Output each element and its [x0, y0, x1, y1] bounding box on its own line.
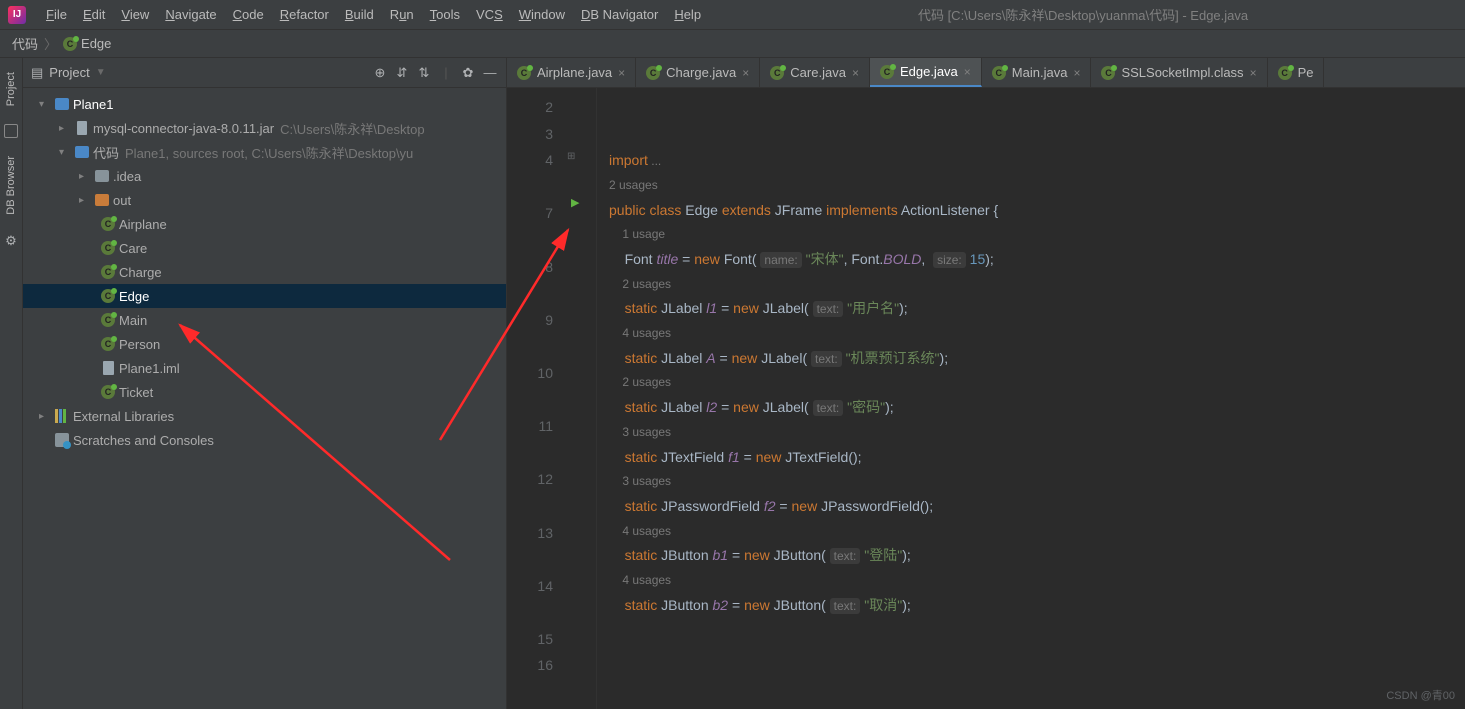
menu-run[interactable]: Run	[382, 7, 422, 22]
menu-navigate[interactable]: Navigate	[157, 7, 224, 22]
project-panel-title[interactable]: Project	[49, 65, 89, 80]
tree-src[interactable]: ▾代码Plane1, sources root, C:\Users\陈永祥\De…	[23, 140, 506, 164]
tree-class-charge[interactable]: Charge	[23, 260, 506, 284]
select-opened-file-icon[interactable]: ⊕	[372, 65, 388, 81]
hide-icon[interactable]: —	[482, 65, 498, 81]
class-icon	[880, 65, 894, 79]
menu-tools[interactable]: Tools	[422, 7, 468, 22]
rail-project[interactable]: Project	[5, 66, 17, 112]
project-view-icon: ▤	[31, 65, 43, 81]
tab-charge[interactable]: Charge.java×	[636, 58, 760, 87]
tree-external-libs[interactable]: ▸External Libraries	[23, 404, 506, 428]
line-numbers: 234 7 8 9 10 11 12 13 14 1516	[507, 88, 561, 709]
close-icon[interactable]: ×	[618, 66, 625, 80]
settings-icon[interactable]: ✿	[460, 65, 476, 81]
gutter-icons: ⊞ ▶	[561, 88, 597, 709]
menu-file[interactable]: File	[38, 7, 75, 22]
expand-all-icon[interactable]: ⇵	[394, 65, 410, 81]
rail-icon[interactable]	[4, 124, 18, 138]
breadcrumb-separator-icon: 〉	[44, 34, 57, 53]
tab-edge[interactable]: Edge.java×	[870, 58, 982, 87]
menu-bar: IJ File Edit View Navigate Code Refactor…	[0, 0, 1465, 30]
menu-edit[interactable]: Edit	[75, 7, 113, 22]
project-panel: ▤ Project ▼ ⊕ ⇵ ⇅ | ✿ — ▾Plane1 ▸mysql-c…	[23, 58, 507, 709]
run-gutter-icon[interactable]: ▶	[561, 193, 596, 214]
app-logo-icon: IJ	[8, 6, 26, 24]
tab-sslsocketimpl[interactable]: SSLSocketImpl.class×	[1091, 58, 1267, 87]
menu-code[interactable]: Code	[225, 7, 272, 22]
menu-vcs[interactable]: VCS	[468, 7, 511, 22]
left-tool-rail: Project DB Browser ⚙	[0, 58, 23, 709]
watermark: CSDN @青00	[1386, 687, 1455, 703]
editor-tabs: Airplane.java× Charge.java× Care.java× E…	[507, 58, 1465, 88]
dropdown-icon[interactable]: ▼	[96, 67, 106, 78]
project-panel-header: ▤ Project ▼ ⊕ ⇵ ⇅ | ✿ —	[23, 58, 506, 88]
tab-main[interactable]: Main.java×	[982, 58, 1092, 87]
tree-class-edge[interactable]: Edge	[23, 284, 506, 308]
gutter: 234 7 8 9 10 11 12 13 14 1516 ⊞ ▶	[507, 88, 597, 709]
tree-iml[interactable]: Plane1.iml	[23, 356, 506, 380]
tree-root[interactable]: ▾Plane1	[23, 92, 506, 116]
menu-refactor[interactable]: Refactor	[272, 7, 337, 22]
tree-scratches[interactable]: Scratches and Consoles	[23, 428, 506, 452]
menu-help[interactable]: Help	[666, 7, 709, 22]
tree-class-person[interactable]: Person	[23, 332, 506, 356]
editor-area: Airplane.java× Charge.java× Care.java× E…	[507, 58, 1465, 709]
class-icon	[63, 37, 77, 51]
close-icon[interactable]: ×	[964, 65, 971, 79]
class-icon	[1101, 66, 1115, 80]
menu-build[interactable]: Build	[337, 7, 382, 22]
tree-out[interactable]: ▸out	[23, 188, 506, 212]
class-icon	[1278, 66, 1292, 80]
tree-idea[interactable]: ▸.idea	[23, 164, 506, 188]
breadcrumb-root[interactable]: 代码	[12, 34, 38, 53]
rail-db-browser[interactable]: DB Browser	[5, 150, 17, 221]
tab-care[interactable]: Care.java×	[760, 58, 870, 87]
collapse-all-icon[interactable]: ⇅	[416, 65, 432, 81]
close-icon[interactable]: ×	[852, 66, 859, 80]
tree-class-care[interactable]: Care	[23, 236, 506, 260]
close-icon[interactable]: ×	[1073, 66, 1080, 80]
code-editor[interactable]: 234 7 8 9 10 11 12 13 14 1516 ⊞ ▶ import…	[507, 88, 1465, 709]
tree-class-main[interactable]: Main	[23, 308, 506, 332]
breadcrumb: 代码 〉 Edge	[0, 30, 1465, 58]
fold-icon[interactable]: ⊞	[561, 147, 596, 166]
breadcrumb-file[interactable]: Edge	[63, 36, 111, 51]
menu-db-navigator[interactable]: DB Navigator	[573, 7, 666, 22]
close-icon[interactable]: ×	[742, 66, 749, 80]
class-icon	[992, 66, 1006, 80]
window-title: 代码 [C:\Users\陈永祥\Desktop\yuanma\代码] - Ed…	[918, 5, 1248, 24]
close-icon[interactable]: ×	[1250, 66, 1257, 80]
class-icon	[646, 66, 660, 80]
rail-search-icon[interactable]: ⚙	[5, 233, 17, 249]
tab-pe[interactable]: Pe	[1268, 58, 1325, 87]
project-tree[interactable]: ▾Plane1 ▸mysql-connector-java-8.0.11.jar…	[23, 88, 506, 709]
class-icon	[517, 66, 531, 80]
menu-window[interactable]: Window	[511, 7, 573, 22]
tree-jar[interactable]: ▸mysql-connector-java-8.0.11.jarC:\Users…	[23, 116, 506, 140]
menu-view[interactable]: View	[113, 7, 157, 22]
class-icon	[770, 66, 784, 80]
code-content[interactable]: import ...2 usagespublic class Edge exte…	[597, 88, 1465, 709]
divider: |	[438, 65, 454, 81]
tab-airplane[interactable]: Airplane.java×	[507, 58, 636, 87]
tree-class-ticket[interactable]: Ticket	[23, 380, 506, 404]
tree-class-airplane[interactable]: Airplane	[23, 212, 506, 236]
